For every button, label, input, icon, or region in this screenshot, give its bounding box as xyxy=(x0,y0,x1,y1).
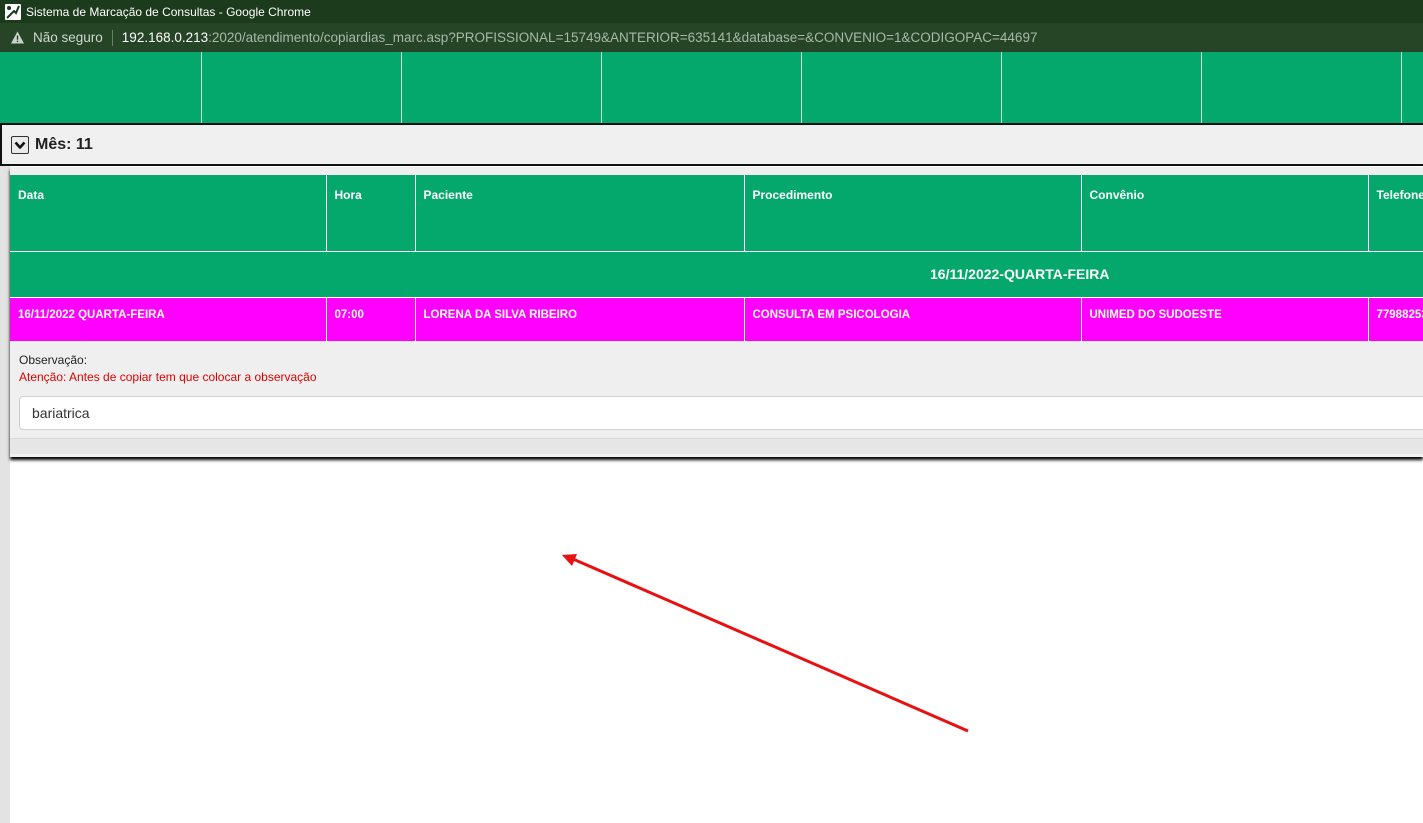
window-title: Sistema de Marcação de Consultas - Googl… xyxy=(26,4,311,19)
observation-label: Observação: xyxy=(19,353,88,367)
top-navigation-bar xyxy=(0,52,1423,123)
panel-footer xyxy=(10,438,1423,454)
cell-data: 16/11/2022 QUARTA-FEIRA xyxy=(10,297,327,341)
nav-cell[interactable] xyxy=(1002,52,1202,123)
window-titlebar: Sistema de Marcação de Consultas - Googl… xyxy=(0,0,1423,23)
app-favicon-icon xyxy=(5,3,21,20)
month-panel: Data Hora Paciente Procedimento Convênio… xyxy=(10,167,1423,457)
chevron-down-icon[interactable] xyxy=(11,135,29,154)
nav-cell[interactable] xyxy=(802,52,1002,123)
url-path[interactable]: :2020/atendimento/copiardias_marc.asp?PR… xyxy=(208,30,1037,45)
nav-cell[interactable] xyxy=(202,52,402,123)
column-header-hora: Hora xyxy=(326,175,416,251)
column-header-paciente: Paciente xyxy=(415,175,745,251)
cell-telefone: 77988253 xyxy=(1368,297,1423,341)
nav-cell[interactable] xyxy=(0,52,202,123)
nav-cell[interactable] xyxy=(1402,52,1423,123)
nav-cell[interactable] xyxy=(1202,52,1402,123)
table-row[interactable]: 16/11/2022 QUARTA-FEIRA 07:00 LORENA DA … xyxy=(10,297,1423,341)
month-label: Mês: 11 xyxy=(35,135,93,153)
column-header-convenio: Convênio xyxy=(1081,175,1369,251)
observation-input[interactable] xyxy=(19,396,1423,430)
address-separator xyxy=(111,29,113,46)
page-content: Mês: 11 Data Hora Paciente Procedimento … xyxy=(0,123,1423,823)
column-header-telefone: Telefone xyxy=(1368,175,1423,251)
nav-cell[interactable] xyxy=(402,52,602,123)
left-gutter xyxy=(0,165,10,823)
cell-procedimento: CONSULTA EM PSICOLOGIA xyxy=(744,297,1082,341)
cell-paciente: LORENA DA SILVA RIBEIRO xyxy=(415,297,745,341)
cell-convenio: UNIMED DO SUDOESTE xyxy=(1081,297,1369,341)
cell-hora: 07:00 xyxy=(326,297,416,341)
observation-warning: Atenção: Antes de copiar tem que colocar… xyxy=(19,370,317,384)
appointments-table: Data Hora Paciente Procedimento Convênio… xyxy=(10,175,1423,341)
day-group-label: 16/11/2022-QUARTA-FEIRA xyxy=(10,250,1423,298)
warning-triangle-icon xyxy=(11,31,24,44)
address-bar[interactable]: Não seguro 192.168.0.213:2020/atendiment… xyxy=(0,23,1423,52)
column-header-data: Data xyxy=(10,175,327,251)
nav-cell[interactable] xyxy=(602,52,802,123)
table-header-row: Data Hora Paciente Procedimento Convênio… xyxy=(10,175,1423,251)
security-status[interactable]: Não seguro xyxy=(33,30,103,45)
column-header-procedimento: Procedimento xyxy=(744,175,1082,251)
day-group-row: 16/11/2022-QUARTA-FEIRA xyxy=(10,250,1423,298)
url-host[interactable]: 192.168.0.213 xyxy=(122,30,208,45)
month-section-header[interactable]: Mês: 11 xyxy=(0,123,1423,166)
